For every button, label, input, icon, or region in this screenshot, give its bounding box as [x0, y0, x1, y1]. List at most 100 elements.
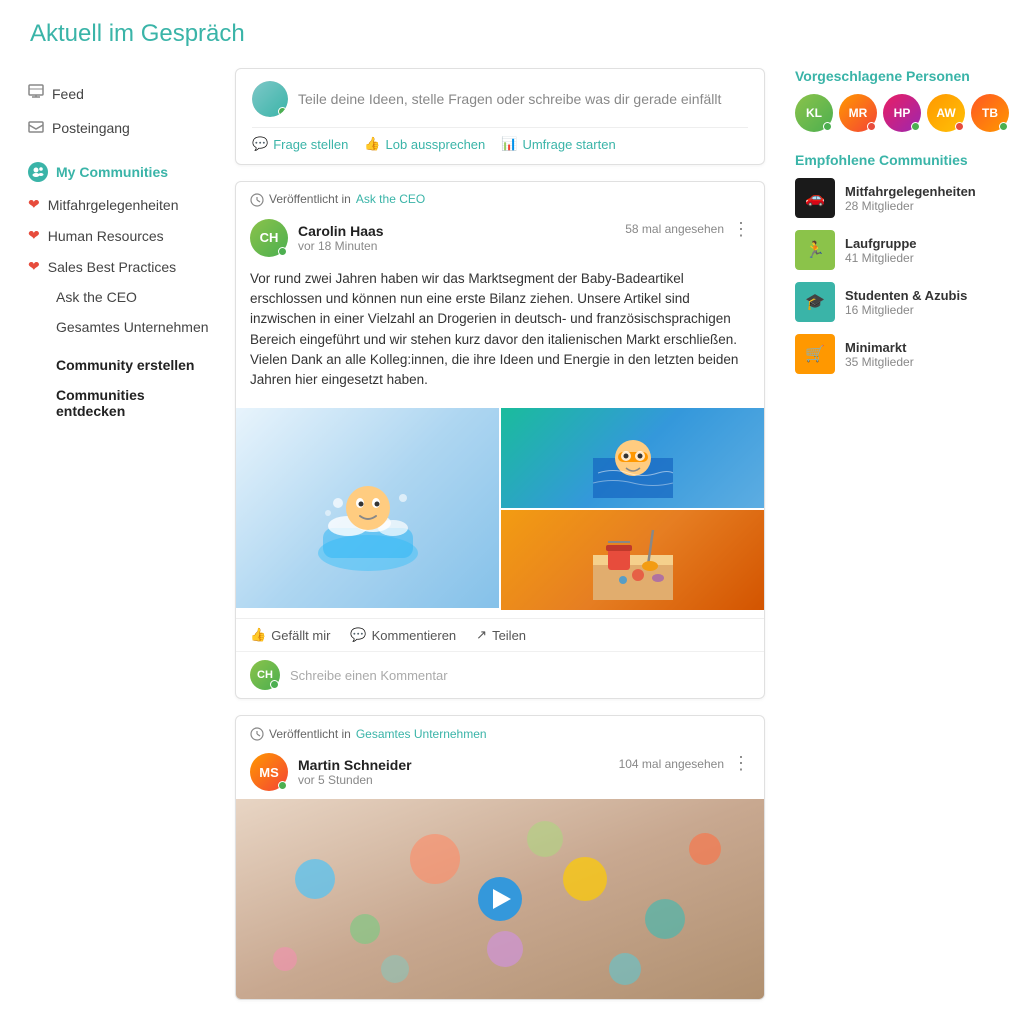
post-video-thumbnail-2[interactable] — [236, 799, 764, 999]
sidebar-item-ask-the-ceo[interactable]: Ask the CEO — [20, 283, 220, 311]
sidebar-item-posteingang[interactable]: Posteingang — [20, 112, 220, 144]
community-item-studenten-azubis[interactable]: 🎓 Studenten & Azubis 16 Mitglieder — [795, 282, 985, 322]
like-label-1: Gefällt mir — [271, 628, 330, 643]
human-resources-label: Human Resources — [48, 228, 164, 244]
feed-icon — [28, 84, 44, 104]
post-menu-button-1[interactable]: ⋮ — [732, 219, 750, 240]
recommended-communities-title: Empfohlene Communities — [795, 152, 985, 168]
mitfahrgelegenheiten-label: Mitfahrgelegenheiten — [48, 197, 179, 213]
post-community-link-2[interactable]: Gesamtes Unternehmen — [356, 727, 487, 741]
sidebar-item-community-erstellen[interactable]: Community erstellen — [20, 351, 220, 379]
suggested-person-3[interactable]: HP — [883, 94, 921, 132]
composer-action-frage[interactable]: 💬 Frage stellen — [252, 136, 348, 152]
community-name-1: Mitfahrgelegenheiten — [845, 184, 976, 199]
post-author-name-2: Martin Schneider — [298, 757, 412, 773]
sidebar-item-gesamtes-unternehmen[interactable]: Gesamtes Unternehmen — [20, 313, 220, 341]
suggested-person-4[interactable]: AW — [927, 94, 965, 132]
share-label-1: Teilen — [492, 628, 526, 643]
chart-icon: 📊 — [501, 136, 517, 152]
post-header-2: MS Martin Schneider vor 5 Stunden 104 ma… — [236, 745, 764, 799]
post-image-baby — [236, 408, 499, 610]
post-avatar-dot-2 — [278, 781, 287, 790]
recommended-communities-section: Empfohlene Communities 🚗 Mitfahrgelegenh… — [795, 152, 985, 374]
post-comment-row-1: CH Schreibe einen Kommentar — [236, 651, 764, 698]
composer-umfrage-label: Umfrage starten — [522, 137, 615, 152]
community-thumb-1: 🚗 — [795, 178, 835, 218]
post-time-2: vor 5 Stunden — [298, 773, 412, 787]
suggested-persons-title: Vorgeschlagene Personen — [795, 68, 985, 84]
post-actions-1: 👍 Gefällt mir 💬 Kommentieren ↗ Teilen — [236, 618, 764, 651]
chat-icon: 💬 — [252, 136, 268, 152]
community-members-2: 41 Mitglieder — [845, 251, 917, 265]
play-icon-2 — [493, 889, 511, 909]
comment-button-1[interactable]: 💬 Kommentieren — [350, 627, 456, 643]
suggested-person-1[interactable]: KL — [795, 94, 833, 132]
feed-label: Feed — [52, 86, 84, 102]
heart-icon-3: ❤ — [28, 258, 40, 275]
community-erstellen-label: Community erstellen — [56, 357, 194, 373]
sidebar-item-mitfahrgelegenheiten[interactable]: ❤ Mitfahrgelegenheiten — [20, 190, 220, 219]
ask-the-ceo-label: Ask the CEO — [56, 289, 137, 305]
play-button-2[interactable] — [478, 877, 522, 921]
community-members-1: 28 Mitglieder — [845, 199, 976, 213]
post-published-in-label-1: Veröffentlicht in — [269, 192, 351, 206]
community-item-laufgruppe[interactable]: 🏃 Laufgruppe 41 Mitglieder — [795, 230, 985, 270]
community-members-4: 35 Mitglieder — [845, 355, 914, 369]
composer-placeholder-text[interactable]: Teile deine Ideen, stelle Fragen oder sc… — [298, 91, 748, 107]
community-thumb-3: 🎓 — [795, 282, 835, 322]
post-publish-icon-2 — [250, 726, 264, 741]
suggested-persons-section: Vorgeschlagene Personen KL MR HP — [795, 68, 985, 132]
post-card-2: Veröffentlicht in Gesamtes Unternehmen M… — [235, 715, 765, 1000]
share-button-1[interactable]: ↗ Teilen — [476, 627, 526, 643]
community-members-3: 16 Mitglieder — [845, 303, 967, 317]
suggested-person-2[interactable]: MR — [839, 94, 877, 132]
comment-avatar-1: CH — [250, 660, 280, 690]
post-views-2: 104 mal angesehen — [619, 757, 724, 771]
content-area: Teile deine Ideen, stelle Fragen oder sc… — [220, 68, 780, 1016]
community-name-3: Studenten & Azubis — [845, 288, 967, 303]
sidebar-item-communities-entdecken[interactable]: Communities entdecken — [20, 381, 220, 425]
posteingang-label: Posteingang — [52, 120, 130, 136]
post-body-1: Vor rund zwei Jahren haben wir das Markt… — [236, 265, 764, 401]
comment-label-1: Kommentieren — [372, 628, 457, 643]
community-item-mitfahrgelegenheiten[interactable]: 🚗 Mitfahrgelegenheiten 28 Mitglieder — [795, 178, 985, 218]
sidebar-item-sales-best-practices[interactable]: ❤ Sales Best Practices — [20, 252, 220, 281]
heart-icon-2: ❤ — [28, 227, 40, 244]
comment-placeholder-1[interactable]: Schreibe einen Kommentar — [290, 668, 750, 683]
sidebar-item-my-communities[interactable]: My Communities — [20, 156, 220, 188]
person-dot-5 — [999, 122, 1008, 131]
post-avatar-2: MS — [250, 753, 288, 791]
my-communities-icon — [28, 162, 48, 182]
community-thumb-4: 🛒 — [795, 334, 835, 374]
post-author-name-1: Carolin Haas — [298, 223, 384, 239]
composer-lob-label: Lob aussprechen — [386, 137, 486, 152]
like-button-1[interactable]: 👍 Gefällt mir — [250, 627, 330, 643]
person-dot-1 — [823, 122, 832, 131]
right-sidebar: Vorgeschlagene Personen KL MR HP — [780, 68, 1000, 1016]
composer-avatar — [252, 81, 288, 117]
post-avatar-1: CH — [250, 219, 288, 257]
heart-icon-1: ❤ — [28, 196, 40, 213]
composer-action-umfrage[interactable]: 📊 Umfrage starten — [501, 136, 615, 152]
post-image-pool — [501, 408, 764, 508]
composer-action-lob[interactable]: 👍 Lob aussprechen — [364, 136, 485, 152]
suggested-person-5[interactable]: TB — [971, 94, 1009, 132]
like-icon-1: 👍 — [250, 627, 266, 643]
post-community-link-1[interactable]: Ask the CEO — [356, 192, 425, 206]
post-published-in-label-2: Veröffentlicht in — [269, 727, 351, 741]
post-images-1 — [236, 408, 764, 610]
composer-avatar-online-dot — [278, 107, 287, 116]
sidebar-item-human-resources[interactable]: ❤ Human Resources — [20, 221, 220, 250]
suggested-persons-list: KL MR HP AW — [795, 94, 985, 132]
post-time-1: vor 18 Minuten — [298, 239, 384, 253]
community-item-minimarkt[interactable]: 🛒 Minimarkt 35 Mitglieder — [795, 334, 985, 374]
inbox-icon — [28, 118, 44, 138]
community-name-2: Laufgruppe — [845, 236, 917, 251]
person-dot-4 — [955, 122, 964, 131]
composer: Teile deine Ideen, stelle Fragen oder sc… — [235, 68, 765, 165]
post-publish-icon-1 — [250, 192, 264, 207]
post-meta-1: Veröffentlicht in Ask the CEO — [236, 182, 764, 211]
thumbs-icon: 👍 — [364, 136, 380, 152]
sidebar-item-feed[interactable]: Feed — [20, 78, 220, 110]
post-menu-button-2[interactable]: ⋮ — [732, 753, 750, 774]
